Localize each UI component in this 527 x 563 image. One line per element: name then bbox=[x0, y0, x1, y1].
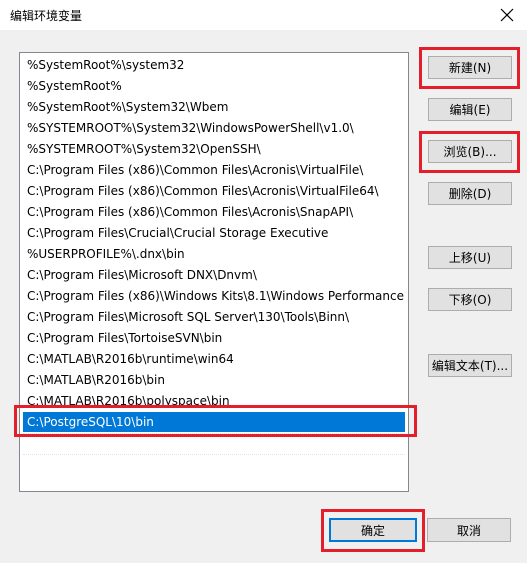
list-item-10[interactable]: C:\Program Files\Microsoft DNX\Dnvm\ bbox=[23, 265, 405, 285]
new-button[interactable]: 新建(N) bbox=[428, 56, 512, 79]
delete-button-label: 删除(D) bbox=[448, 187, 492, 201]
title-bar: 编辑环境变量 bbox=[0, 0, 527, 30]
browse-button[interactable]: 浏览(B)... bbox=[428, 140, 512, 163]
list-item-16[interactable]: C:\MATLAB\R2016b\polyspace\bin bbox=[23, 391, 405, 411]
edit-button[interactable]: 编辑(E) bbox=[428, 98, 512, 121]
move-up-button-label: 上移(U) bbox=[448, 251, 492, 265]
list-item-6[interactable]: C:\Program Files (x86)\Common Files\Acro… bbox=[23, 181, 405, 201]
list-item-9[interactable]: %USERPROFILE%\.dnx\bin bbox=[23, 244, 405, 264]
ok-button[interactable]: 确定 bbox=[329, 518, 417, 542]
empty-row[interactable] bbox=[23, 433, 405, 453]
list-item-11[interactable]: C:\Program Files (x86)\Windows Kits\8.1\… bbox=[23, 286, 405, 306]
cancel-button-label: 取消 bbox=[456, 523, 481, 538]
list-item-12[interactable]: C:\Program Files\Microsoft SQL Server\13… bbox=[23, 307, 405, 327]
new-button-label: 新建(N) bbox=[448, 61, 492, 75]
list-item-1[interactable]: %SystemRoot% bbox=[23, 76, 405, 96]
list-item-4[interactable]: %SYSTEMROOT%\System32\OpenSSH\ bbox=[23, 139, 405, 159]
list-item-7[interactable]: C:\Program Files (x86)\Common Files\Acro… bbox=[23, 202, 405, 222]
list-item-13[interactable]: C:\Program Files\TortoiseSVN\bin bbox=[23, 328, 405, 348]
list-item-8[interactable]: C:\Program Files\Crucial\Crucial Storage… bbox=[23, 223, 405, 243]
browse-button-label: 浏览(B)... bbox=[443, 145, 497, 159]
ok-button-label: 确定 bbox=[360, 523, 385, 538]
path-list[interactable]: %SystemRoot%\system32 %SystemRoot% %Syst… bbox=[19, 52, 409, 492]
list-item-3[interactable]: %SYSTEMROOT%\System32\WindowsPowerShell\… bbox=[23, 118, 405, 138]
move-down-button-label: 下移(O) bbox=[448, 293, 492, 307]
list-item-2[interactable]: %SystemRoot%\System32\Wbem bbox=[23, 97, 405, 117]
close-button[interactable] bbox=[487, 0, 527, 30]
window-title: 编辑环境变量 bbox=[10, 9, 83, 23]
list-item-15[interactable]: C:\MATLAB\R2016b\bin bbox=[23, 370, 405, 390]
edit-env-variable-dialog: 编辑环境变量 %SystemRoot%\system32 %SystemRoot… bbox=[0, 0, 527, 563]
list-item-17[interactable]: C:\PostgreSQL\10\bin bbox=[23, 412, 405, 432]
move-down-button[interactable]: 下移(O) bbox=[428, 288, 512, 311]
edit-button-label: 编辑(E) bbox=[449, 103, 491, 117]
edit-text-button[interactable]: 编辑文本(T)... bbox=[428, 354, 512, 377]
list-item-5[interactable]: C:\Program Files (x86)\Common Files\Acro… bbox=[23, 160, 405, 180]
delete-button[interactable]: 删除(D) bbox=[428, 182, 512, 205]
move-up-button[interactable]: 上移(U) bbox=[428, 246, 512, 269]
cancel-button[interactable]: 取消 bbox=[427, 518, 511, 542]
empty-row[interactable] bbox=[23, 454, 405, 474]
close-icon bbox=[500, 8, 514, 22]
list-item-14[interactable]: C:\MATLAB\R2016b\runtime\win64 bbox=[23, 349, 405, 369]
edit-text-button-label: 编辑文本(T)... bbox=[431, 359, 509, 373]
list-item-0[interactable]: %SystemRoot%\system32 bbox=[23, 55, 405, 75]
